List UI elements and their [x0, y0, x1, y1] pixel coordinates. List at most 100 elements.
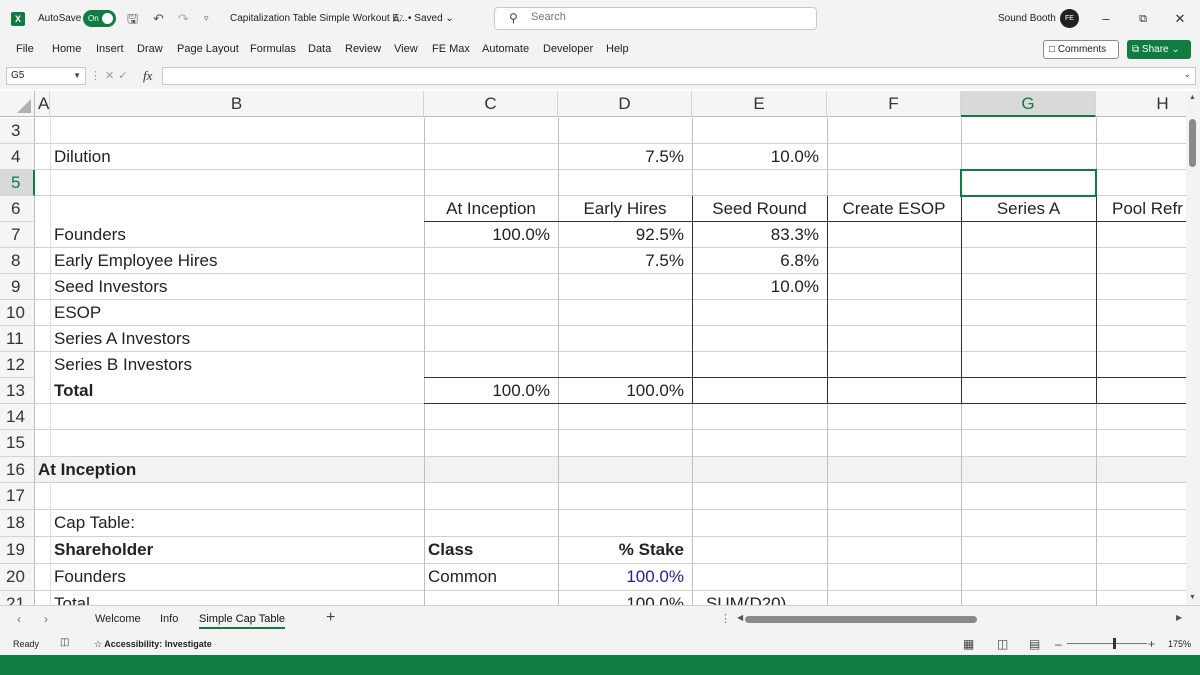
zoom-level[interactable]: 175% [1168, 639, 1191, 649]
tab-file[interactable]: File [16, 43, 34, 55]
row-header-4[interactable]: 4 [0, 144, 35, 170]
cell-b4[interactable]: Dilution [50, 144, 424, 170]
row-header-14[interactable]: 14 [0, 404, 35, 430]
close-icon[interactable]: ✕ [1170, 9, 1190, 29]
tab-help[interactable]: Help [606, 43, 629, 55]
tab-formulas[interactable]: Formulas [250, 43, 296, 55]
cell-d20[interactable]: 100.0% [558, 564, 692, 590]
vertical-scrollbar[interactable]: ▲ ▼ [1186, 91, 1200, 605]
row-header-13[interactable]: 13 [0, 378, 35, 404]
comments-button[interactable]: □ Comments [1043, 40, 1119, 59]
cancel-icon[interactable]: ✕ [105, 70, 118, 82]
cell-b12[interactable]: Series B Investors [50, 352, 424, 378]
row-header-11[interactable]: 11 [0, 326, 35, 352]
row-header-16[interactable]: 16 [0, 457, 35, 483]
redo-icon[interactable]: ↷ [178, 11, 189, 26]
share-button[interactable]: ⧉ Share ⌄ [1127, 40, 1191, 59]
cell-e9[interactable]: 10.0% [692, 274, 827, 300]
scroll-up-icon[interactable]: ▲ [1189, 94, 1196, 101]
row-header-7[interactable]: 7 [0, 222, 35, 248]
horizontal-scroll-thumb[interactable] [745, 616, 977, 623]
tab-home[interactable]: Home [52, 43, 81, 55]
sheet-tab-welcome[interactable]: Welcome [95, 613, 141, 625]
customize-qat-icon[interactable]: ▿ [204, 11, 209, 26]
zoom-out-icon[interactable]: – [1055, 637, 1062, 651]
tab-insert[interactable]: Insert [96, 43, 124, 55]
cell-c13[interactable]: 100.0% [424, 378, 558, 404]
document-title[interactable]: Capitalization Table Simple Workout E... [230, 13, 408, 24]
minimize-icon[interactable]: – [1096, 9, 1116, 29]
cell-c6[interactable]: At Inception [424, 196, 558, 222]
cell-c20[interactable]: Common [424, 564, 558, 590]
col-header-g[interactable]: G [961, 91, 1096, 117]
cell-b20[interactable]: Founders [50, 564, 424, 590]
scroll-thumb[interactable] [1189, 119, 1196, 167]
row-header-18[interactable]: 18 [0, 510, 35, 537]
zoom-slider-knob[interactable] [1113, 638, 1116, 649]
row-header-6[interactable]: 6 [0, 196, 35, 222]
cell-b7[interactable]: Founders [50, 222, 424, 248]
row-header-5[interactable]: 5 [0, 170, 35, 196]
cell-g6[interactable]: Series A [961, 196, 1096, 222]
cell-e4[interactable]: 10.0% [692, 144, 827, 170]
cell-f6[interactable]: Create ESOP [827, 196, 961, 222]
avatar[interactable]: FE [1060, 9, 1079, 28]
expand-formula-icon[interactable]: ⌄ [1183, 69, 1191, 80]
cell-d13[interactable]: 100.0% [558, 378, 692, 404]
cell-e6[interactable]: Seed Round [692, 196, 827, 222]
add-sheet-icon[interactable]: + [326, 609, 335, 627]
enter-icon[interactable]: ✓ [118, 70, 131, 82]
prev-sheet-icon[interactable]: ‹ [17, 612, 21, 626]
tab-view[interactable]: View [394, 43, 418, 55]
autosave-toggle[interactable]: On [83, 10, 116, 27]
cell-b10[interactable]: ESOP [50, 300, 424, 326]
page-break-view-icon[interactable]: ▤ [1029, 637, 1040, 651]
cell-b13[interactable]: Total [50, 378, 424, 404]
select-all-corner[interactable] [0, 91, 35, 117]
cell-a16[interactable]: At Inception [38, 457, 418, 483]
name-box[interactable]: G5 ▼ [6, 67, 86, 85]
more-icon[interactable]: ⋮ [90, 70, 105, 82]
insert-function-icon[interactable]: fx [143, 68, 152, 84]
tab-automate[interactable]: Automate [482, 43, 529, 55]
macro-record-icon[interactable]: ◫ [60, 637, 69, 648]
scroll-down-icon[interactable]: ▼ [1189, 594, 1196, 601]
search-box[interactable]: ⚲ [494, 7, 817, 30]
cell-b8[interactable]: Early Employee Hires [50, 248, 424, 274]
cell-c19[interactable]: Class [424, 537, 558, 563]
scroll-right-icon[interactable]: ▶ [1176, 613, 1182, 622]
cell-e7[interactable]: 83.3% [692, 222, 827, 248]
sensitivity-icon[interactable]: A⁷ [393, 12, 403, 27]
cell-b21[interactable]: Total [50, 591, 424, 605]
normal-view-icon[interactable]: ▦ [963, 637, 974, 651]
scroll-left-icon[interactable]: ◀ [737, 613, 743, 622]
user-name[interactable]: Sound Booth [998, 13, 1056, 24]
cell-d19[interactable]: % Stake [558, 537, 692, 563]
split-handle-icon[interactable]: ⋮ [720, 612, 731, 625]
row-header-20[interactable]: 20 [0, 564, 35, 591]
page-layout-view-icon[interactable]: ◫ [997, 637, 1008, 651]
saved-status[interactable]: • Saved ⌄ [408, 13, 454, 24]
row-header-19[interactable]: 19 [0, 537, 35, 564]
cell-c7[interactable]: 100.0% [424, 222, 558, 248]
search-input[interactable] [531, 11, 791, 23]
restore-icon[interactable]: ⧉ [1133, 9, 1153, 29]
row-header-10[interactable]: 10 [0, 300, 35, 326]
cell-d8[interactable]: 7.5% [558, 248, 692, 274]
row-header-8[interactable]: 8 [0, 248, 35, 274]
col-header-b[interactable]: B [50, 91, 424, 117]
col-header-c[interactable]: C [424, 91, 558, 117]
tab-developer[interactable]: Developer [543, 43, 593, 55]
cell-b11[interactable]: Series A Investors [50, 326, 424, 352]
formula-input[interactable]: ⌄ [162, 67, 1196, 85]
cell-d7[interactable]: 92.5% [558, 222, 692, 248]
cell-b19[interactable]: Shareholder [50, 537, 424, 563]
col-header-f[interactable]: F [827, 91, 961, 117]
next-sheet-icon[interactable]: › [44, 612, 48, 626]
row-header-3[interactable]: 3 [0, 118, 35, 144]
col-header-e[interactable]: E [692, 91, 827, 117]
worksheet-grid[interactable]: A B C D E F G H 3 4 5 6 7 8 9 10 11 12 1… [0, 91, 1186, 605]
cell-d21[interactable]: 100.0% [558, 591, 692, 605]
tab-review[interactable]: Review [345, 43, 381, 55]
col-header-a[interactable]: A [35, 91, 50, 117]
